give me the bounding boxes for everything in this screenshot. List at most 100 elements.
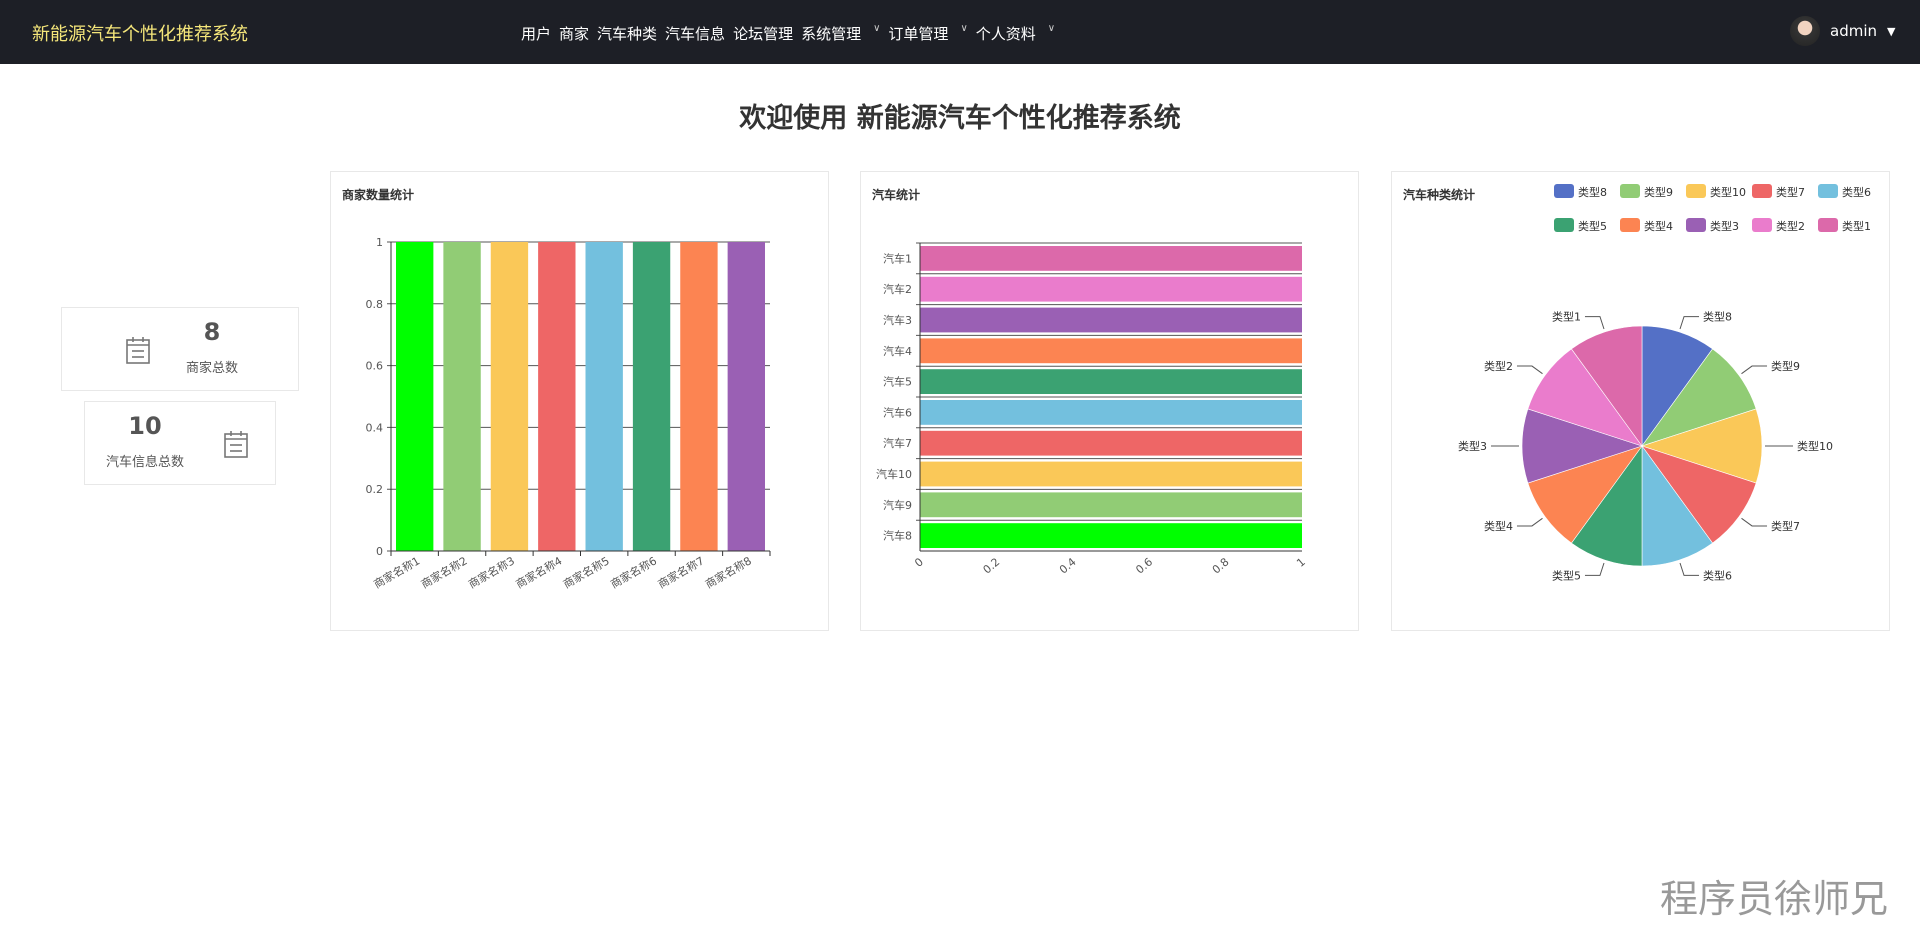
merchant-count-chart: 商家数量统计 00.20.40.60.81商家名称1商家名称2商家名称3商家名称… xyxy=(330,171,829,631)
chevron-down-icon[interactable]: ∨ xyxy=(873,23,880,44)
slice-label: 类型2 xyxy=(1484,359,1513,373)
label-line xyxy=(1680,563,1699,575)
bar xyxy=(491,242,528,551)
legend-swatch xyxy=(1818,184,1838,198)
car-type-chart: 汽车种类统计 类型8类型9类型10类型7类型6类型5类型4类型3类型2类型1类型… xyxy=(1391,171,1890,631)
slice-label: 类型3 xyxy=(1458,439,1487,453)
bar xyxy=(920,523,1302,548)
y-tick-label: 汽车10 xyxy=(876,467,912,481)
legend-swatch xyxy=(1752,218,1772,232)
label-line xyxy=(1742,366,1768,374)
slice-label: 类型7 xyxy=(1771,519,1800,533)
bar xyxy=(920,246,1302,271)
label-line xyxy=(1742,518,1768,526)
nav-item[interactable]: 个人资料 xyxy=(976,23,1036,44)
bar xyxy=(586,242,623,551)
user-menu[interactable]: admin ▼ xyxy=(1790,16,1895,46)
label-line xyxy=(1585,317,1604,329)
x-tick-label: 0.2 xyxy=(981,555,1003,576)
nav-item[interactable]: 商家 xyxy=(559,23,589,44)
y-tick-label: 汽车6 xyxy=(883,405,912,419)
nav-item[interactable]: 论坛管理 xyxy=(733,23,793,44)
x-tick-label: 0.8 xyxy=(1210,555,1232,576)
x-tick-label: 1 xyxy=(1294,555,1308,569)
app-logo-title[interactable]: 新能源汽车个性化推荐系统 xyxy=(32,20,248,46)
chevron-down-icon[interactable]: ∨ xyxy=(1048,23,1055,44)
legend-label: 类型2 xyxy=(1776,219,1805,233)
bar xyxy=(396,242,433,551)
caret-down-icon[interactable]: ▼ xyxy=(1887,25,1895,38)
x-tick-label: 商家名称7 xyxy=(655,553,706,591)
legend-label: 类型9 xyxy=(1644,185,1673,199)
stat-label: 汽车信息总数 xyxy=(95,451,195,470)
x-tick-label: 商家名称1 xyxy=(371,553,422,591)
x-tick-label: 商家名称6 xyxy=(608,553,659,591)
bar xyxy=(538,242,575,551)
username[interactable]: admin xyxy=(1830,22,1877,40)
bar xyxy=(920,308,1302,333)
legend-label: 类型3 xyxy=(1710,219,1739,233)
y-tick-label: 汽车7 xyxy=(883,436,912,450)
stat-card-merchants: 8 商家总数 xyxy=(61,307,299,391)
nav-item[interactable]: 用户 xyxy=(521,23,551,44)
y-tick-label: 0.4 xyxy=(366,421,384,434)
label-line xyxy=(1517,518,1543,526)
bar xyxy=(443,242,480,551)
bar xyxy=(920,369,1302,394)
bar xyxy=(920,338,1302,363)
bar-chart: 00.20.40.60.81商家名称1商家名称2商家名称3商家名称4商家名称5商… xyxy=(331,172,830,632)
legend-swatch xyxy=(1686,184,1706,198)
nav-item[interactable]: 订单管理 xyxy=(888,23,948,44)
y-tick-label: 汽车8 xyxy=(883,529,912,543)
x-tick-label: 商家名称8 xyxy=(703,553,754,591)
slice-label: 类型10 xyxy=(1797,439,1833,453)
bar xyxy=(920,400,1302,425)
main-menu: 用户商家汽车种类汽车信息论坛管理系统管理 ∨ 订单管理 ∨ 个人资料 ∨ xyxy=(521,23,1055,44)
legend-label: 类型8 xyxy=(1578,185,1607,199)
slice-label: 类型9 xyxy=(1771,359,1800,373)
stat-value: 8 xyxy=(172,318,252,346)
bar xyxy=(920,462,1302,487)
x-tick-label: 商家名称2 xyxy=(418,553,469,591)
legend-swatch xyxy=(1620,184,1640,198)
legend-label: 类型4 xyxy=(1644,219,1673,233)
slice-label: 类型1 xyxy=(1552,310,1581,324)
slice-label: 类型6 xyxy=(1703,568,1732,582)
chevron-down-icon[interactable]: ∨ xyxy=(960,23,967,44)
x-tick-label: 商家名称3 xyxy=(466,553,517,591)
legend-label: 类型10 xyxy=(1710,185,1746,199)
x-tick-label: 0 xyxy=(912,555,926,569)
slice-label: 类型8 xyxy=(1703,310,1732,324)
x-tick-label: 0.4 xyxy=(1057,555,1079,576)
bar xyxy=(920,492,1302,517)
y-tick-label: 汽车2 xyxy=(883,282,912,296)
pie-chart: 类型8类型9类型10类型7类型6类型5类型4类型3类型2类型1类型8类型9类型1… xyxy=(1392,172,1891,632)
calendar-icon xyxy=(224,430,248,458)
avatar[interactable] xyxy=(1790,16,1820,46)
y-tick-label: 汽车9 xyxy=(883,498,912,512)
slice-label: 类型4 xyxy=(1484,519,1513,533)
page-title: 欢迎使用 新能源汽车个性化推荐系统 xyxy=(0,96,1920,135)
x-tick-label: 商家名称5 xyxy=(561,553,612,591)
y-tick-label: 0 xyxy=(376,545,383,558)
bar xyxy=(633,242,670,551)
y-tick-label: 汽车5 xyxy=(883,375,912,389)
nav-item[interactable]: 汽车种类 xyxy=(597,23,657,44)
watermark: 程序员徐师兄 xyxy=(1660,868,1888,923)
legend-label: 类型7 xyxy=(1776,185,1805,199)
x-tick-label: 0.6 xyxy=(1133,555,1155,576)
nav-item[interactable]: 汽车信息 xyxy=(665,23,725,44)
legend-swatch xyxy=(1620,218,1640,232)
legend-swatch xyxy=(1554,184,1574,198)
car-stats-chart: 汽车统计 汽车8汽车9汽车10汽车7汽车6汽车5汽车4汽车3汽车2汽车100.2… xyxy=(860,171,1359,631)
bar xyxy=(920,277,1302,302)
y-tick-label: 0.6 xyxy=(366,360,384,373)
legend-swatch xyxy=(1554,218,1574,232)
legend-label: 类型6 xyxy=(1842,185,1871,199)
legend-label: 类型1 xyxy=(1842,219,1871,233)
x-tick-label: 商家名称4 xyxy=(513,553,564,591)
nav-item[interactable]: 系统管理 xyxy=(801,23,861,44)
label-line xyxy=(1680,317,1699,329)
y-tick-label: 0.2 xyxy=(366,483,384,496)
legend-swatch xyxy=(1752,184,1772,198)
